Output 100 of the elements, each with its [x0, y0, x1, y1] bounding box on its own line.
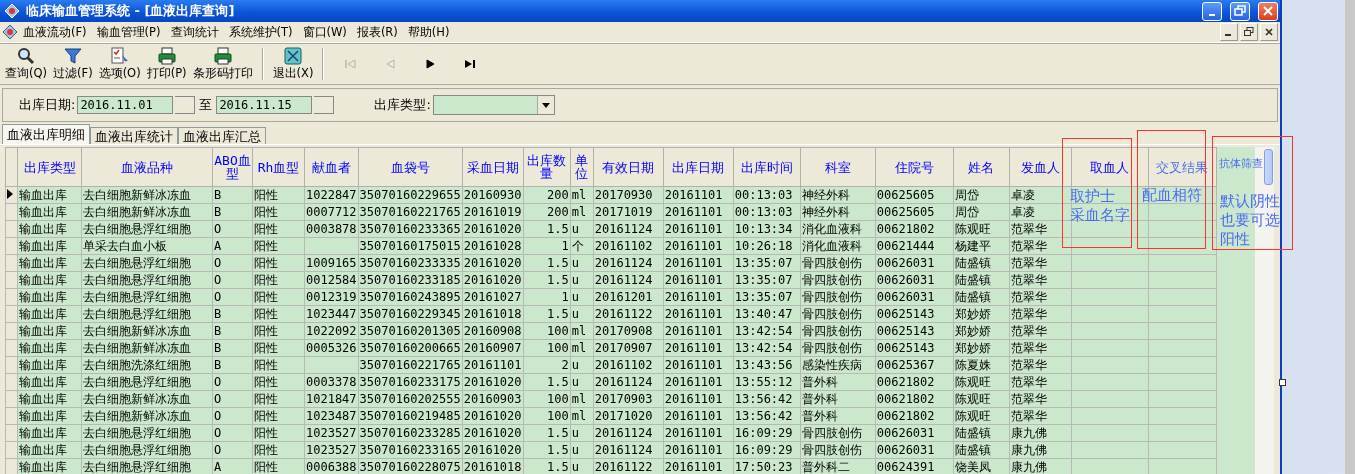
column-header[interactable]: 出库类型 — [17, 147, 82, 187]
table-cell: 输血出库 — [19, 188, 67, 202]
toolbar-button[interactable]: 过滤(F) — [50, 45, 96, 83]
menu-item[interactable]: 报表(R) — [351, 24, 403, 40]
minimize-icon — [1209, 14, 1215, 16]
table-cell: 去白细胞悬浮红细胞 — [83, 222, 191, 236]
menu-item[interactable]: 查询统计 — [165, 24, 224, 40]
column-header[interactable]: 出库数量 — [523, 147, 571, 187]
menu-item[interactable]: 系统维护(T) — [223, 24, 298, 40]
table-cell: 16:09:29 — [734, 426, 793, 440]
table-cell: 35070160233185 — [359, 273, 461, 287]
table-cell: 20161101 — [664, 290, 723, 304]
table-cell: 阳性 — [254, 341, 278, 355]
table-cell: 35070160233285 — [359, 426, 461, 440]
table-cell: O — [214, 256, 222, 270]
scroll-thumb[interactable] — [1264, 149, 1273, 185]
table-cell: 骨四肢创伤 — [801, 443, 862, 457]
table-cell: 13:40:47 — [734, 307, 793, 321]
menu-item[interactable]: 窗口(W) — [297, 24, 352, 40]
table-cell: 20171019 — [594, 205, 653, 219]
column-header[interactable]: 取血人 — [1071, 147, 1149, 187]
table-cell: 输血出库 — [19, 205, 67, 219]
tab[interactable]: 血液出库统计 — [90, 127, 178, 144]
table-cell: 范翠华 — [1010, 307, 1047, 321]
resize-handle[interactable] — [1279, 379, 1286, 386]
column-header[interactable]: 献血者 — [304, 147, 359, 187]
table-cell: 范翠华 — [1010, 409, 1047, 423]
date-picker-button[interactable] — [314, 96, 335, 114]
table-cell: 35070160175015 — [359, 239, 461, 253]
close-button[interactable] — [1260, 23, 1278, 41]
column-header[interactable]: 有效日期 — [593, 147, 664, 187]
table-cell: 周岱 — [954, 188, 979, 202]
table-cell: 00621802 — [876, 409, 935, 423]
table-cell: 35070160233165 — [359, 443, 461, 457]
table-cell: u — [571, 460, 579, 474]
toolbar-button[interactable]: 查询(Q) — [2, 45, 51, 83]
table-cell: 杨建平 — [954, 239, 991, 253]
table-cell: 1 — [561, 290, 569, 304]
toolbar-button[interactable]: 条形码打印 — [189, 45, 256, 83]
table-cell: 输血出库 — [19, 375, 67, 389]
table-cell: 00:13:03 — [734, 188, 793, 202]
table-cell: 20161101 — [664, 239, 723, 253]
table-cell: ml — [571, 341, 587, 355]
table-cell: 去白细胞悬浮红细胞 — [83, 256, 191, 270]
column-header[interactable]: 姓名 — [953, 147, 1010, 187]
table-cell: 郑妙娇 — [954, 307, 991, 321]
table-cell: 20161101 — [664, 375, 723, 389]
table-cell: 康九佛 — [1010, 460, 1047, 474]
close-icon — [1262, 5, 1274, 17]
column-header[interactable]: 出库日期 — [663, 147, 734, 187]
table-cell: ml — [571, 205, 587, 219]
table-cell: 去白细胞新鲜冰冻血 — [83, 341, 191, 355]
minimize-button[interactable] — [1220, 23, 1238, 41]
table-cell: 0005326 — [306, 341, 357, 355]
table-cell: B — [214, 307, 222, 321]
toolbar-button[interactable]: 打印(P) — [143, 45, 190, 83]
date-field[interactable]: 2016.11.01 — [77, 96, 174, 114]
table-cell: 100 — [547, 392, 569, 406]
column-header[interactable]: 科室 — [800, 147, 876, 187]
table-cell: 00621802 — [876, 392, 935, 406]
column-header[interactable]: 发血人 — [1009, 147, 1072, 187]
menu-item[interactable]: 输血管理(P) — [91, 24, 166, 40]
table-cell: 1.5 — [547, 460, 569, 474]
type-dropdown[interactable] — [432, 95, 555, 115]
table-cell: 去白细胞悬浮红细胞 — [83, 375, 191, 389]
date-picker-button[interactable] — [175, 96, 196, 114]
table-cell: 1.5 — [547, 426, 569, 440]
tab[interactable]: 血液出库汇总 — [178, 127, 266, 144]
menu-item[interactable]: 帮助(H) — [402, 24, 455, 40]
table-cell: 骨四肢创伤 — [801, 307, 862, 321]
column-header[interactable]: 单位 — [570, 147, 594, 187]
table-cell: 范翠华 — [1010, 273, 1047, 287]
table-cell: 范翠华 — [1010, 222, 1047, 236]
restore-button[interactable] — [1240, 23, 1258, 41]
column-header[interactable]: 住院号 — [875, 147, 954, 187]
toolbar-button[interactable]: 选项(O) — [95, 45, 144, 83]
table-cell: 1.5 — [547, 273, 569, 287]
toolbar-button[interactable]: 退出(X) — [269, 45, 317, 83]
table-cell: 0003378 — [306, 375, 357, 389]
table-cell: ml — [571, 409, 587, 423]
column-header[interactable]: 采血日期 — [462, 147, 524, 187]
column-header[interactable]: 出库时间 — [733, 147, 801, 187]
printer-icon — [212, 47, 233, 65]
table-cell: 0012584 — [306, 273, 357, 287]
table-cell: 35070160221765 — [359, 358, 461, 372]
column-header[interactable]: 血液品种 — [81, 147, 213, 187]
table-cell: 1023487 — [306, 409, 357, 423]
table-cell: 00626031 — [876, 290, 935, 304]
skip-forward-icon — [464, 58, 477, 70]
table-cell: 13:43:56 — [734, 358, 793, 372]
column-header[interactable]: Rh血型 — [252, 147, 305, 187]
column-header[interactable]: 血袋号 — [358, 147, 463, 187]
menu-item[interactable]: 血液流动(F) — [18, 24, 92, 40]
table-cell: 去白细胞悬浮红细胞 — [83, 426, 191, 440]
table-cell: O — [214, 375, 222, 389]
date-field[interactable]: 2016.11.15 — [216, 96, 313, 114]
column-header[interactable]: ABO血型 — [212, 147, 253, 187]
table-cell: 1009165 — [306, 256, 357, 270]
table-cell: 16:09:29 — [734, 443, 793, 457]
tab[interactable]: 血液出库明细 — [2, 124, 90, 144]
